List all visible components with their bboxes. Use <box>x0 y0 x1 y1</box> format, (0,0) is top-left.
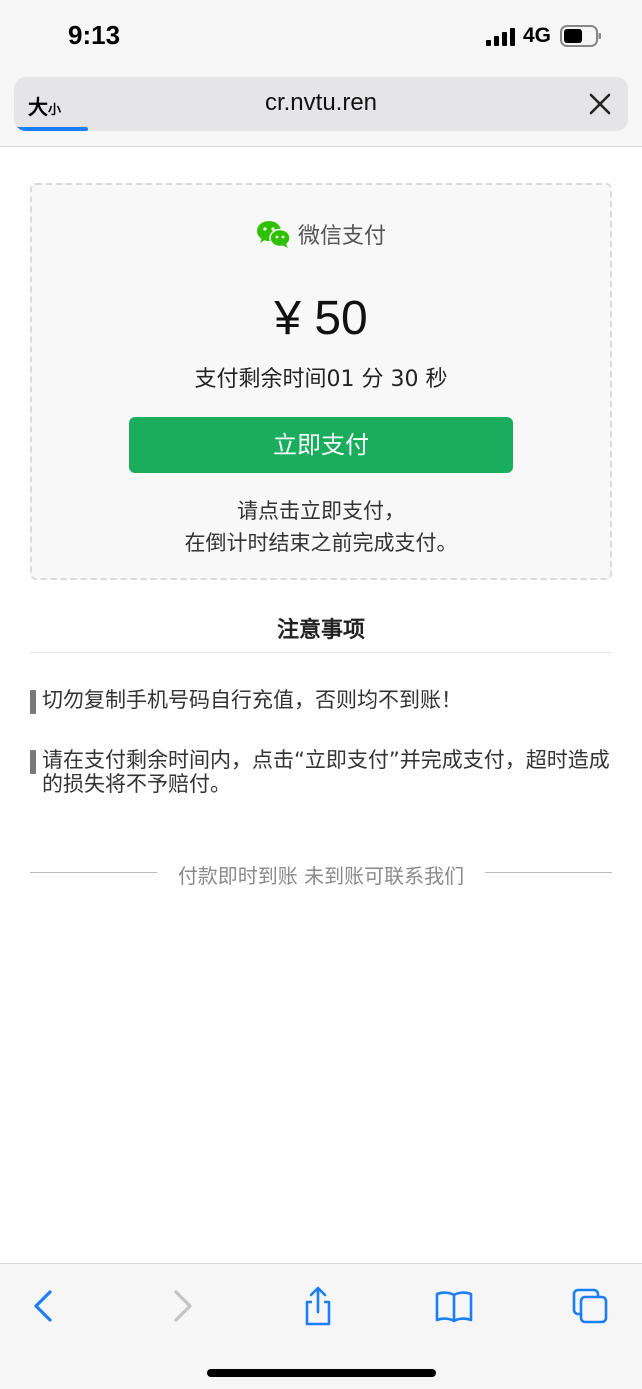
footer-divider-right <box>485 872 612 873</box>
notice-text: 请在支付剩余时间内，点击“立即支付”并完成支付，超时造成的损失将不予赔付。 <box>42 748 610 796</box>
status-bar: 9:13 4G <box>0 0 642 72</box>
cellular-signal-icon <box>486 28 515 46</box>
home-indicator <box>207 1369 436 1377</box>
browser-top-bar: 大小 cr.nvtu.ren <box>0 72 642 147</box>
share-icon[interactable] <box>298 1286 338 1326</box>
page-load-progress <box>14 127 88 131</box>
url-text[interactable]: cr.nvtu.ren <box>14 89 628 117</box>
notice-item: 请在支付剩余时间内，点击“立即支付”并完成支付，超时造成的损失将不予赔付。 <box>30 748 612 796</box>
footer-text: 付款即时到账 未到账可联系我们 <box>177 864 465 888</box>
hint-line-1: 请点击立即支付， <box>237 499 405 523</box>
hint-line-2: 在倒计时结束之前完成支付。 <box>184 531 458 555</box>
address-bar[interactable]: 大小 cr.nvtu.ren <box>14 77 628 131</box>
payment-method-label: 微信支付 <box>297 224 386 249</box>
footer-note: 付款即时到账 未到账可联系我们 <box>30 860 612 888</box>
back-icon[interactable] <box>24 1286 64 1326</box>
payment-hint: 请点击立即支付， 在倒计时结束之前完成支付。 <box>32 495 610 559</box>
payment-card: 微信支付 ¥ 50 支付剩余时间01 分 30 秒 立即支付 请点击立即支付， … <box>30 183 612 580</box>
notice-item: 切勿复制手机号码自行充值，否则均不到账！ <box>30 688 612 714</box>
browser-toolbar <box>0 1263 642 1389</box>
status-time: 9:13 <box>68 20 121 50</box>
forward-icon[interactable] <box>162 1286 202 1326</box>
pay-now-button[interactable]: 立即支付 <box>129 417 513 473</box>
countdown-text: 支付剩余时间01 分 30 秒 <box>194 367 448 392</box>
close-icon[interactable] <box>586 90 614 118</box>
wechat-icon <box>256 221 291 248</box>
bookmarks-icon[interactable] <box>434 1286 474 1326</box>
payment-method: 微信支付 <box>32 218 610 255</box>
tabs-icon[interactable] <box>570 1286 610 1326</box>
network-type: 4G <box>523 24 552 47</box>
payment-amount: ¥ 50 <box>274 292 368 345</box>
battery-icon <box>560 25 601 47</box>
notice-bullet <box>30 690 36 714</box>
notice-bullet <box>30 750 36 774</box>
notice-title: 注意事项 <box>276 618 365 643</box>
notice-divider <box>30 652 612 653</box>
notice-text: 切勿复制手机号码自行充值，否则均不到账！ <box>42 688 462 712</box>
